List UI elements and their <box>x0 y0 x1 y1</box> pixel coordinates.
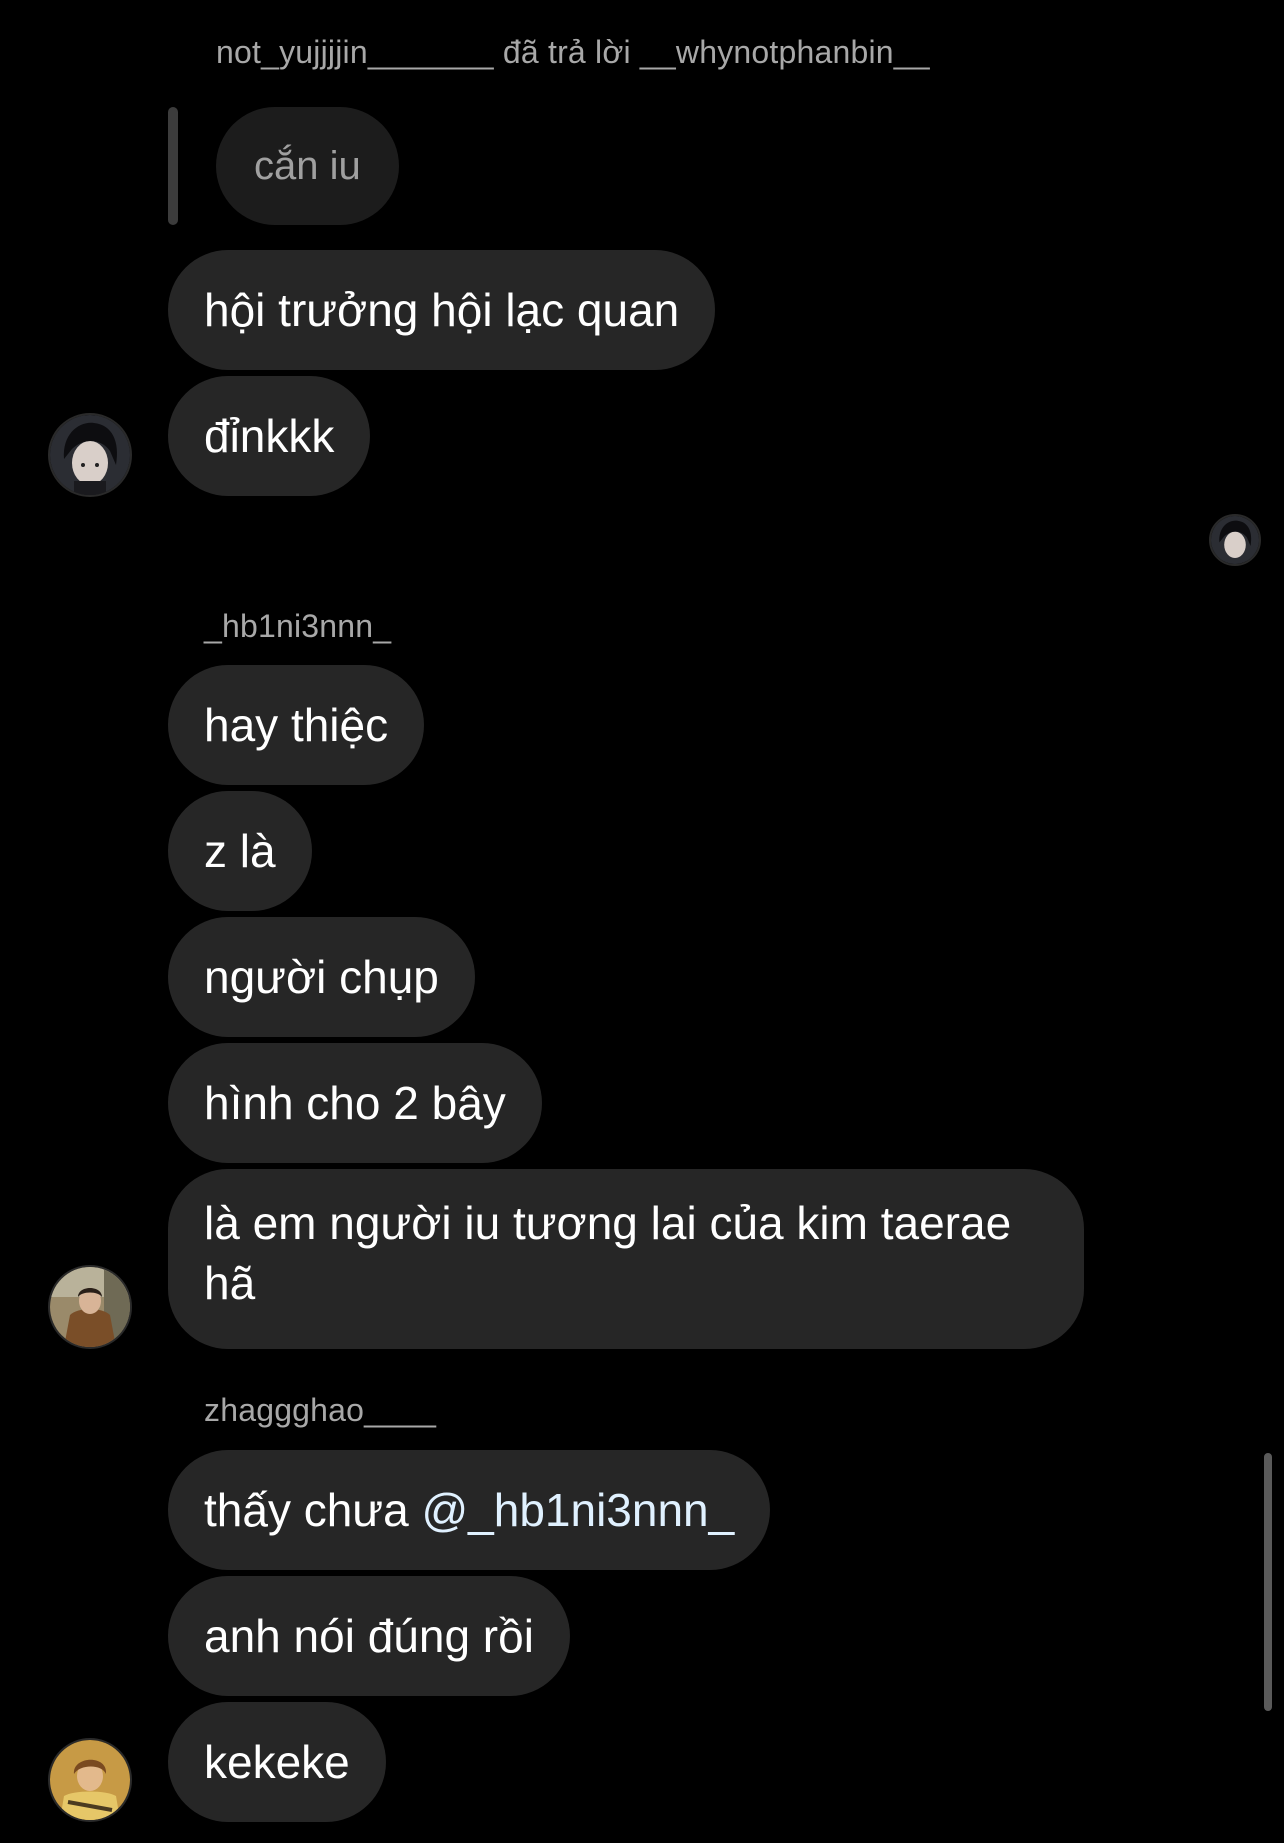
message-bubble[interactable]: kekeke <box>168 1702 386 1822</box>
message-bubble-multiline[interactable]: là em người iu tương lai của kim taerae … <box>168 1169 1084 1349</box>
sender-username[interactable]: zhaggghao____ <box>204 1392 436 1429</box>
sender-avatar[interactable] <box>48 1265 132 1349</box>
sender-avatar[interactable] <box>48 413 132 497</box>
reply-recipient[interactable]: __whynotphanbin__ <box>640 34 930 70</box>
reply-sender[interactable]: not_yujjjjin_______ <box>216 34 494 70</box>
message-bubble[interactable]: đỉnkkk <box>168 376 371 496</box>
small-dark-hair-portrait-icon <box>1211 516 1259 564</box>
warm-toned-portrait-icon <box>50 1740 130 1820</box>
replied-message[interactable]: cắn iu <box>216 107 399 225</box>
read-receipt-avatar <box>1209 514 1261 566</box>
message-bubble[interactable]: người chụp <box>168 917 475 1037</box>
message-bubble[interactable]: anh nói đúng rồi <box>168 1576 570 1696</box>
scrollbar-thumb[interactable] <box>1264 1453 1272 1711</box>
outdoor-brown-jacket-portrait-icon <box>50 1267 130 1347</box>
reply-header: not_yujjjjin_______ đã trả lời __whynotp… <box>216 34 930 71</box>
message-bubble[interactable]: z là <box>168 791 312 911</box>
mention-link[interactable]: @_hb1ni3nnn_ <box>421 1480 734 1540</box>
message-bubble[interactable]: hội trưởng hội lạc quan <box>168 250 716 370</box>
sender-username[interactable]: _hb1ni3nnn_ <box>204 608 391 645</box>
message-bubble[interactable]: hay thiệc <box>168 665 425 785</box>
message-bubble[interactable]: thấy chưa @_hb1ni3nnn_ <box>168 1450 771 1570</box>
dark-hair-portrait-icon <box>50 415 130 495</box>
reply-quote-bar <box>168 107 178 225</box>
message-text: thấy chưa <box>204 1484 422 1536</box>
reply-action: đã trả lời <box>502 34 631 70</box>
sender-avatar[interactable] <box>48 1738 132 1822</box>
message-bubble[interactable]: hình cho 2 bây <box>168 1043 542 1163</box>
